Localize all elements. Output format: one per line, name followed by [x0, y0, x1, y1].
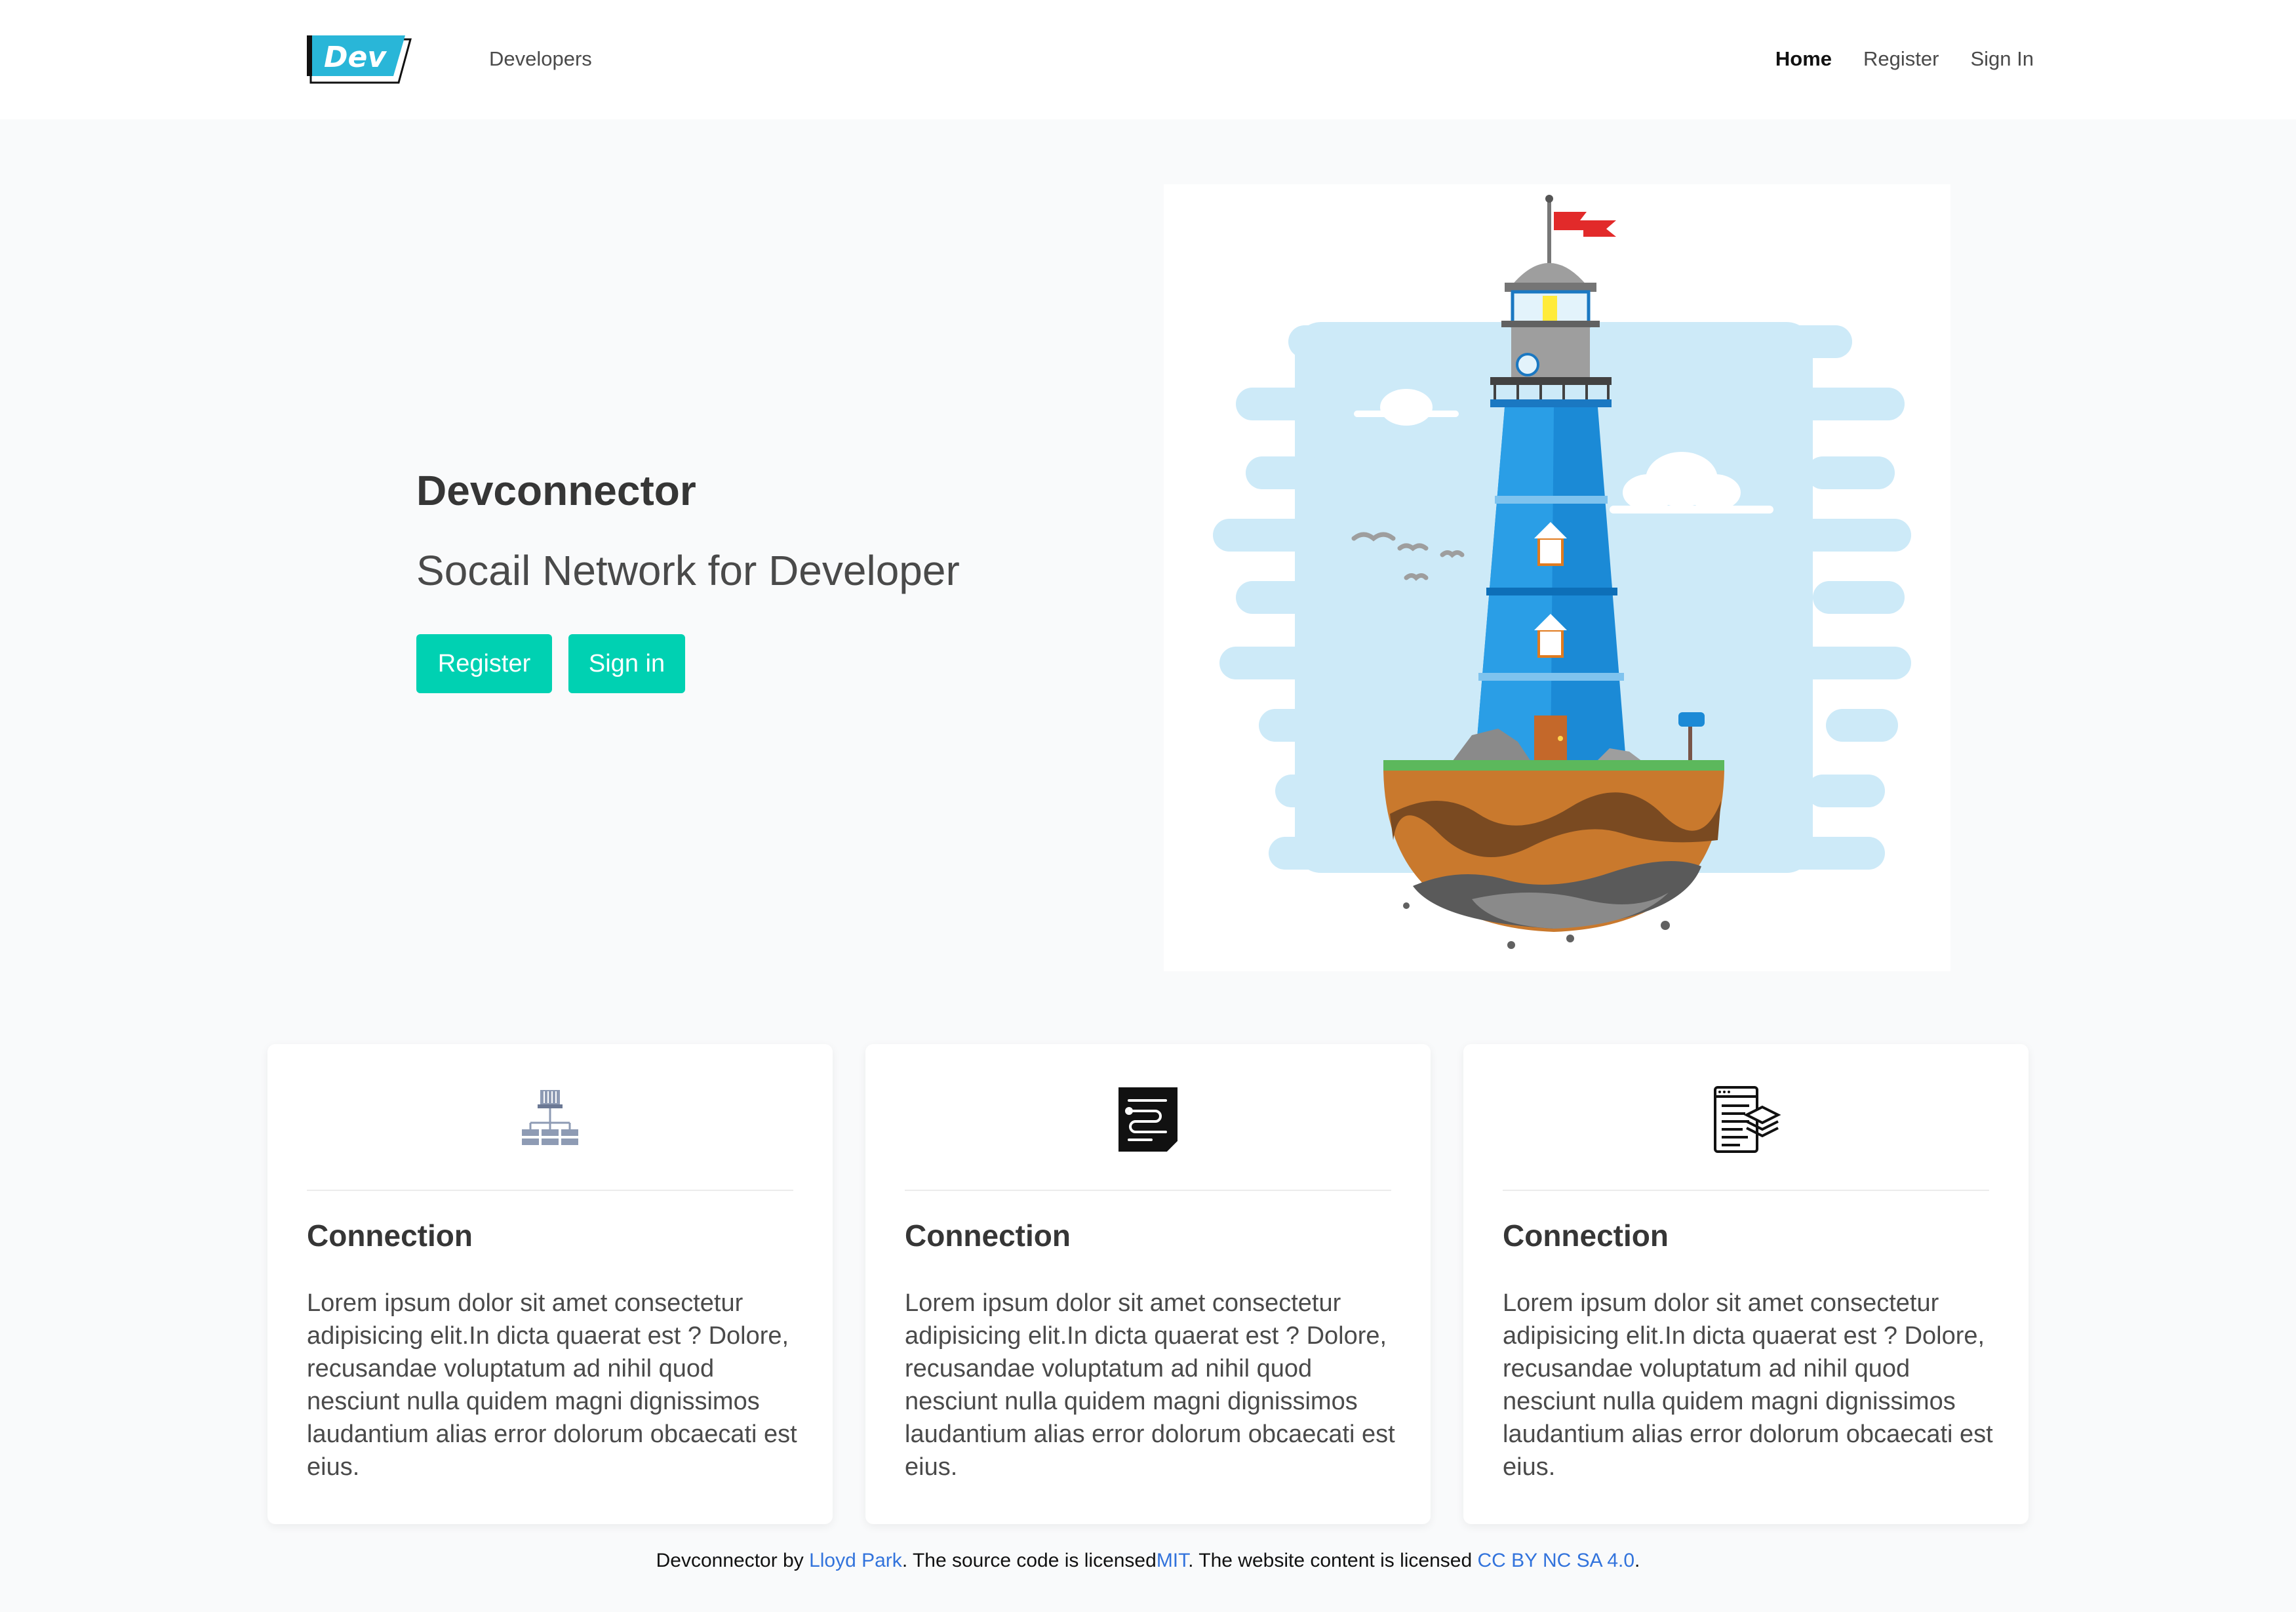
lighthouse-illustration [1164, 184, 1950, 971]
card-text: Lorem ipsum dolor sit amet consectetur a… [1503, 1289, 1993, 1481]
feature-card: Connection Lorem ipsum dolor sit amet co… [267, 1044, 833, 1524]
nav-developers-link[interactable]: Developers [489, 46, 592, 72]
footer-author-link[interactable]: Lloyd Park [809, 1550, 902, 1571]
hero-title: Devconnector [416, 467, 696, 514]
server-network-icon [514, 1083, 586, 1156]
footer-text: Devconnector by [656, 1550, 810, 1571]
footer-text: . The source code is licensed [901, 1550, 1157, 1571]
card-text: Lorem ipsum dolor sit amet consectetur a… [307, 1289, 797, 1481]
card-title: Connection [307, 1219, 473, 1253]
card-text: Lorem ipsum dolor sit amet consectetur a… [905, 1289, 1395, 1481]
card-title: Connection [1503, 1219, 1669, 1253]
nav-signin-link[interactable]: Sign In [1970, 46, 2034, 72]
footer-text: . The website content is licensed [1188, 1550, 1478, 1571]
logo-text: Dev [324, 41, 387, 74]
nav-links: Home Register Sign In [1775, 46, 2034, 72]
card-divider [1503, 1190, 1989, 1191]
card-divider [307, 1190, 793, 1191]
document-layers-icon [1710, 1083, 1782, 1156]
feature-card: Connection Lorem ipsum dolor sit amet co… [865, 1044, 1431, 1524]
footer: Devconnector by Lloyd Park. The source c… [0, 1545, 2296, 1577]
navbar: Dev Developers Home Register Sign In [0, 0, 2296, 119]
footer-cc-link[interactable]: CC BY NC SA 4.0 [1478, 1550, 1635, 1571]
nav-register-link[interactable]: Register [1863, 46, 1939, 72]
hero-subtitle: Socail Network for Developer [416, 547, 960, 594]
feature-card: Connection Lorem ipsum dolor sit amet co… [1463, 1044, 2029, 1524]
code-document-icon [1112, 1083, 1184, 1156]
footer-mit-link[interactable]: MIT [1157, 1550, 1188, 1571]
nav-home-link[interactable]: Home [1775, 46, 1832, 72]
hero-signin-button[interactable]: Sign in [568, 634, 685, 693]
card-title: Connection [905, 1219, 1071, 1253]
card-divider [905, 1190, 1391, 1191]
footer-text: . [1634, 1550, 1640, 1571]
hero-register-button[interactable]: Register [416, 634, 552, 693]
dev-logo[interactable]: Dev [307, 31, 412, 87]
